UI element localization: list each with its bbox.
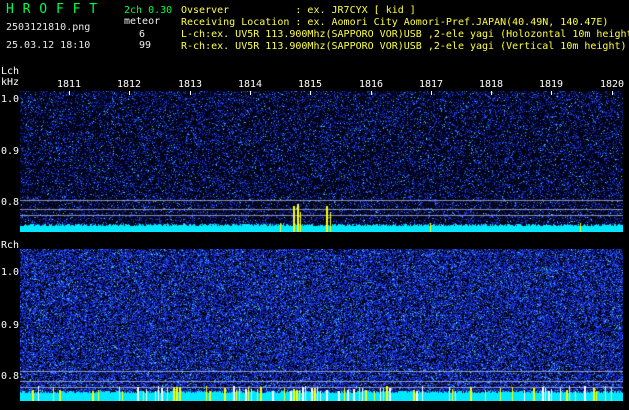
- time-tick-label-1817: 1817: [419, 79, 444, 90]
- rch-spectrogram-canvas: [20, 249, 623, 401]
- rch-meteor-count: 99: [139, 40, 152, 51]
- time-tick-mark-1819: [551, 91, 552, 95]
- lch-ytick-0.9: 0.9: [1, 146, 20, 157]
- hroft-spectrogram-window: H R O F F T 2503121810.png 25.03.12 18:1…: [0, 0, 629, 410]
- time-tick-mark-1820: [612, 91, 613, 95]
- lch-unit-label: kHz: [1, 77, 20, 88]
- time-tick-mark-1818: [491, 91, 492, 95]
- time-tick-mark-1814: [250, 91, 251, 95]
- lch-config-line: L-ch:ex. UV5R 113.900Mhz(SAPPORO VOR)USB…: [181, 29, 629, 40]
- filename-label: 2503121810.png: [6, 22, 91, 33]
- time-tick-mark-1811: [69, 91, 70, 95]
- lch-spectrogram: [20, 91, 623, 232]
- time-tick-label-1812: 1812: [117, 79, 142, 90]
- meteor-label: meteor: [124, 16, 161, 27]
- time-tick-mark-1817: [431, 91, 432, 95]
- rch-label: Rch: [1, 240, 20, 251]
- lch-ytick-1.0: 1.0: [1, 94, 20, 105]
- time-tick-label-1820: 1820: [600, 79, 625, 90]
- rch-ytick-1.0: 1.0: [1, 267, 20, 278]
- time-tick-label-1818: 1818: [479, 79, 504, 90]
- time-tick-mark-1813: [190, 91, 191, 95]
- mode-label: 2ch 0.30: [124, 5, 173, 16]
- app-logo: H R O F F T: [6, 2, 98, 17]
- lch-meteor-count: 6: [139, 29, 146, 40]
- rch-spectrogram: [20, 249, 623, 401]
- time-tick-label-1815: 1815: [298, 79, 323, 90]
- observer-line: Ovserver : ex. JR7CYX [ kid ]: [181, 5, 416, 16]
- time-tick-label-1813: 1813: [178, 79, 203, 90]
- time-tick-mark-1816: [371, 91, 372, 95]
- lch-label: Lch: [1, 66, 20, 77]
- timestamp-label: 25.03.12 18:10: [6, 40, 91, 51]
- rch-ytick-0.9: 0.9: [1, 320, 20, 331]
- time-tick-mark-1812: [129, 91, 130, 95]
- time-tick-label-1814: 1814: [238, 79, 263, 90]
- location-line: Receiving Location : ex. Aomori City Aom…: [181, 17, 609, 28]
- time-tick-label-1816: 1816: [359, 79, 384, 90]
- rch-ytick-0.8: 0.8: [1, 371, 20, 382]
- rch-config-line: R-ch:ex. UV5R 113.900Mhz(SAPPORO VOR)USB…: [181, 41, 627, 52]
- time-tick-label-1811: 1811: [57, 79, 82, 90]
- lch-ytick-0.8: 0.8: [1, 197, 20, 208]
- lch-spectrogram-canvas: [20, 91, 623, 232]
- time-tick-label-1819: 1819: [539, 79, 564, 90]
- time-tick-mark-1815: [310, 91, 311, 95]
